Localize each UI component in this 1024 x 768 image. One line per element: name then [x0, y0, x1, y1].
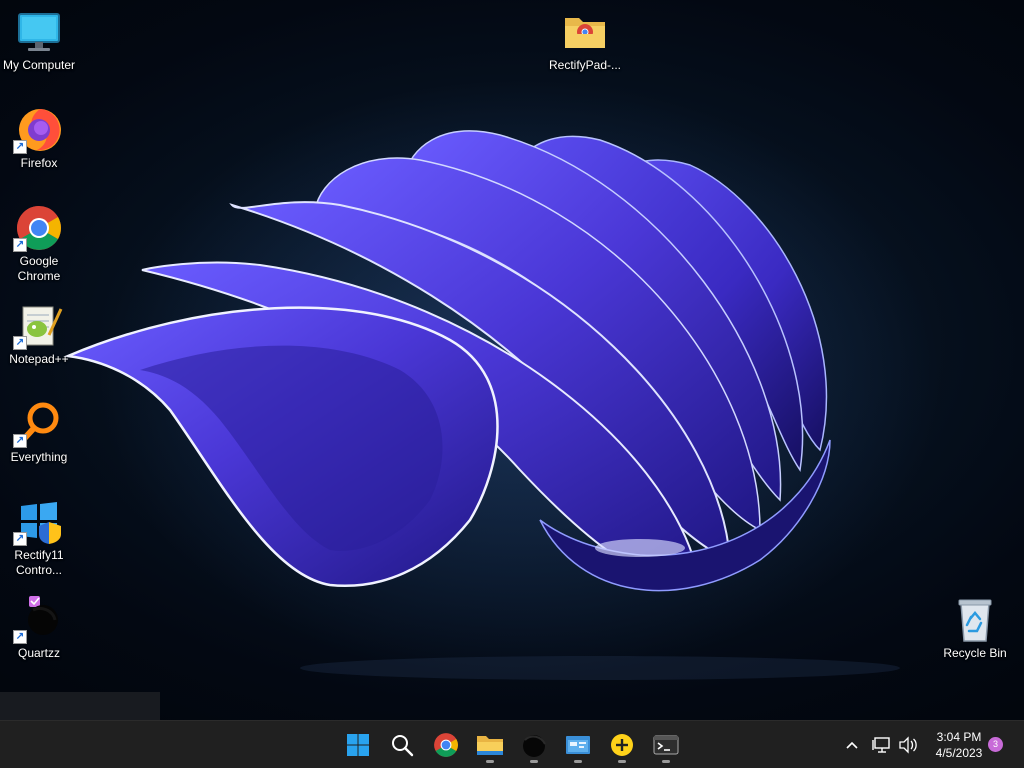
wallpaper-bloom [63, 80, 940, 680]
desktop-icon-rectify11[interactable]: ↗ Rectify11 Contro... [0, 498, 78, 578]
running-indicator [618, 760, 626, 763]
notification-badge[interactable]: 3 [988, 737, 1003, 752]
shortcut-arrow-icon: ↗ [13, 630, 27, 644]
control-panel-icon [566, 736, 590, 754]
desktop-icon-label: Notepad++ [9, 352, 69, 366]
shortcut-arrow-icon: ↗ [13, 140, 27, 154]
taskbar-quartzz-button[interactable] [514, 725, 554, 765]
desktop-icon-label: Quartzz [17, 646, 60, 660]
clock-time: 3:04 PM [936, 730, 982, 744]
quartzz-icon [523, 735, 546, 757]
start-button[interactable] [338, 725, 378, 765]
desktop-icon-everything[interactable]: ↗ Everything [0, 400, 78, 465]
desktop-strip [0, 692, 160, 720]
taskbar: 3:04 PM 4/5/2023 3 [0, 720, 1024, 768]
running-indicator [574, 760, 582, 763]
clock[interactable]: 3:04 PM 4/5/2023 [926, 729, 992, 761]
chrome-icon [434, 733, 458, 757]
search-icon [392, 735, 414, 757]
desktop-icon-rectifypad[interactable]: RectifyPad-... [546, 8, 624, 73]
taskbar-everything-button[interactable] [602, 725, 642, 765]
taskbar-terminal-button[interactable] [646, 725, 686, 765]
terminal-icon [653, 735, 679, 755]
windows-start-icon [347, 734, 369, 756]
desktop-icon-firefox[interactable]: ↗ Firefox [0, 106, 78, 171]
desktop-icon-google-chrome[interactable]: ↗ Google Chrome [0, 204, 78, 284]
desktop-icon-recycle-bin[interactable]: Recycle Bin [936, 596, 1014, 661]
desktop-icon-label: Rectify11 Contro... [14, 548, 64, 577]
recycle-bin-icon [949, 596, 1001, 644]
show-hidden-icons-button[interactable] [840, 731, 864, 759]
desktop-icon-label: RectifyPad-... [548, 58, 622, 72]
taskbar-file-explorer-button[interactable] [470, 725, 510, 765]
folder-chrome-icon [559, 8, 611, 56]
desktop-icon-my-computer[interactable]: My Computer [0, 8, 78, 73]
volume-button[interactable] [896, 731, 920, 759]
shortcut-arrow-icon: ↗ [13, 238, 27, 252]
taskbar-search-button[interactable] [382, 725, 422, 765]
quartzz-icon: ↗ [13, 596, 65, 644]
notepadpp-icon: ↗ [13, 302, 65, 350]
desktop-icon-label: My Computer [2, 58, 76, 72]
file-explorer-icon [477, 736, 503, 755]
firefox-icon: ↗ [13, 106, 65, 154]
everything-search-icon: ↗ [13, 400, 65, 448]
clock-date: 4/5/2023 [935, 746, 983, 760]
taskbar-chrome-button[interactable] [426, 725, 466, 765]
running-indicator [530, 760, 538, 763]
network-button[interactable] [870, 731, 894, 759]
volume-icon [899, 736, 917, 754]
desktop-icon-notepadpp[interactable]: ↗ Notepad++ [0, 302, 78, 367]
monitor-icon [13, 8, 65, 56]
network-icon [872, 737, 890, 753]
desktop-icon-label: Recycle Bin [943, 646, 1007, 660]
everything-plus-icon [611, 734, 633, 756]
running-indicator [662, 760, 670, 763]
shortcut-arrow-icon: ↗ [13, 336, 27, 350]
desktop-icon-quartzz[interactable]: ↗ Quartzz [0, 596, 78, 661]
running-indicator [486, 760, 494, 763]
desktop-icon-label: Google Chrome [17, 254, 61, 283]
taskbar-control-panel-button[interactable] [558, 725, 598, 765]
desktop: My Computer ↗ Firefox ↗ Google Chrome ↗ … [0, 0, 1024, 720]
rectify11-icon: ↗ [13, 498, 65, 546]
chrome-icon: ↗ [13, 204, 65, 252]
shortcut-arrow-icon: ↗ [13, 434, 27, 448]
shortcut-arrow-icon: ↗ [13, 532, 27, 546]
desktop-icon-label: Everything [10, 450, 68, 464]
desktop-icon-label: Firefox [20, 156, 58, 170]
chevron-up-icon [846, 741, 858, 749]
